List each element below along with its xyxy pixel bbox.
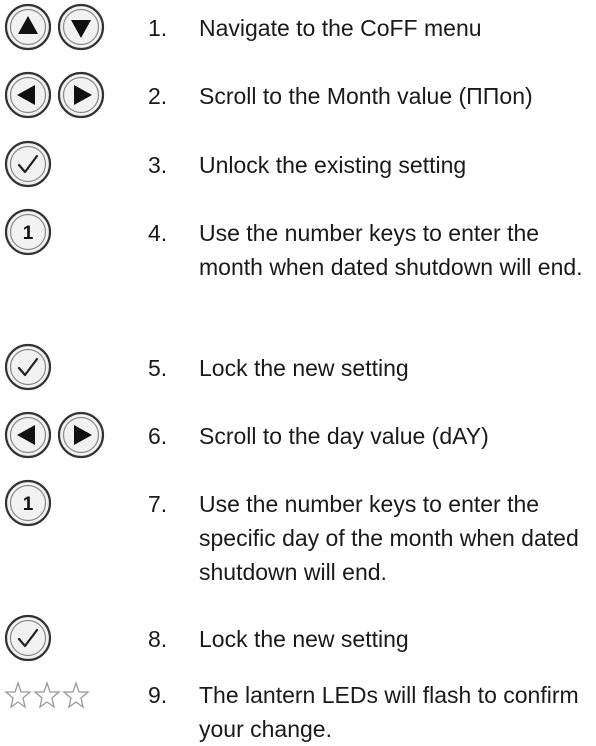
star-icon	[33, 680, 61, 709]
right-arrow-button-icon	[57, 411, 105, 459]
step-number: 5.	[148, 355, 168, 381]
step-text: The lantern LEDs will flash to confirm y…	[199, 682, 579, 742]
checkmark-button-icon	[4, 343, 52, 391]
step-number: 7.	[148, 491, 168, 517]
step-text: Lock the new setting	[199, 355, 409, 381]
step-number: 3.	[148, 152, 168, 178]
flashing-stars-icon	[4, 680, 90, 712]
step-text: Scroll to the day value (dAY)	[199, 423, 489, 449]
step-text: Navigate to the CoFF menu	[199, 15, 482, 41]
step-text: Lock the new setting	[199, 626, 409, 652]
star-icon	[62, 680, 90, 709]
checkmark-button-icon	[4, 140, 52, 188]
left-arrow-button-icon	[4, 411, 52, 459]
left-arrow-button-icon	[4, 71, 52, 119]
up-arrow-button-icon	[4, 3, 52, 51]
step-number: 1.	[148, 15, 168, 41]
step-text: Scroll to the Month value (ΠΠon)	[199, 83, 533, 109]
right-arrow-button-icon	[57, 71, 105, 119]
step-number: 9.	[148, 682, 168, 708]
star-icon	[4, 680, 32, 709]
step-number: 2.	[148, 83, 168, 109]
number-key-1-icon: 1	[4, 479, 52, 527]
number-key-label: 1	[23, 494, 34, 515]
step-text: Unlock the existing setting	[199, 152, 467, 178]
step-number: 4.	[148, 220, 168, 246]
step-text: Use the number keys to enter the specifi…	[199, 491, 579, 585]
checkmark-button-icon	[4, 614, 52, 662]
instruction-list: 1. Navigate to the CoFF menu 2. Scroll t…	[0, 0, 596, 742]
step-number: 8.	[148, 626, 168, 652]
step-text: Use the number keys to enter the month w…	[199, 220, 583, 280]
down-arrow-button-icon	[57, 3, 105, 51]
number-key-label: 1	[23, 223, 34, 244]
step-number: 6.	[148, 423, 168, 449]
number-key-1-icon: 1	[4, 208, 52, 256]
